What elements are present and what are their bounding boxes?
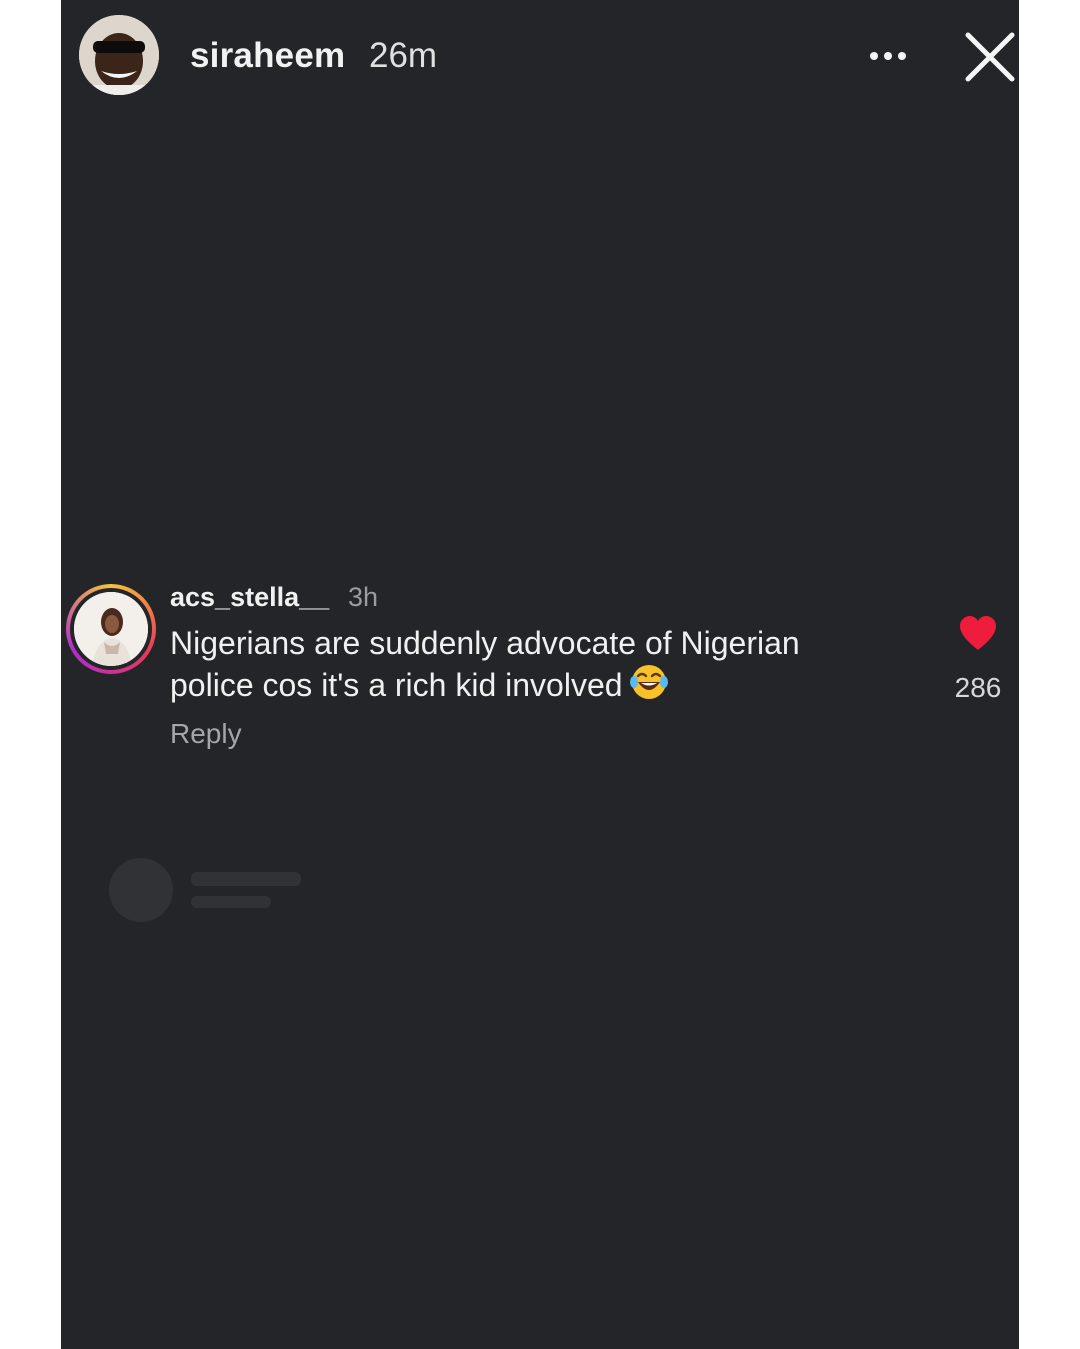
comment-text: Nigerians are suddenly advocate of Niger… — [170, 625, 800, 703]
commenter-avatar[interactable] — [74, 592, 148, 666]
story-viewer: siraheem 26m acs_stella__ 3h Nigerians a… — [61, 0, 1019, 1349]
comment-body: Nigerians are suddenly advocate of Niger… — [170, 624, 890, 710]
story-author-avatar[interactable] — [79, 15, 159, 95]
face-with-tears-of-joy-icon — [629, 662, 669, 710]
more-options-button[interactable] — [863, 38, 913, 74]
user-avatar-photo — [79, 15, 159, 95]
heart-icon — [960, 616, 996, 650]
faded-comment-placeholder — [101, 850, 321, 930]
commenter-avatar-photo — [74, 592, 148, 666]
reply-button[interactable]: Reply — [170, 718, 242, 750]
commenter-username[interactable]: acs_stella__ — [170, 582, 329, 613]
story-timestamp: 26m — [369, 36, 438, 75]
close-button[interactable] — [961, 28, 1019, 86]
commenter-story-ring[interactable] — [66, 584, 156, 674]
close-icon — [965, 32, 1015, 82]
like-count: 286 — [954, 672, 1002, 703]
like-button[interactable] — [958, 614, 998, 652]
more-horizontal-icon — [870, 52, 906, 60]
story-author-username[interactable]: siraheem — [190, 36, 345, 76]
comment-timestamp: 3h — [348, 582, 379, 612]
